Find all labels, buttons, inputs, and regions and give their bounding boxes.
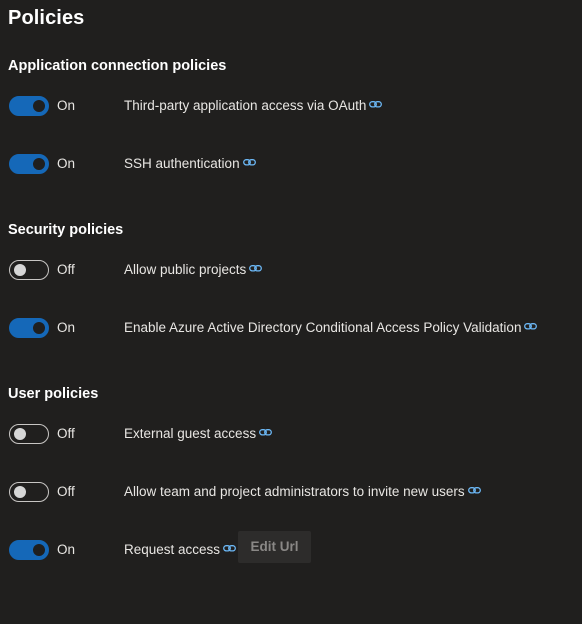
policy-row-conditional-access: On Enable Azure Active Directory Conditi… — [8, 317, 568, 339]
policy-row-public-projects: Off Allow public projects — [8, 259, 568, 281]
policy-label-text: External guest access — [124, 426, 257, 441]
toggle-knob — [14, 264, 26, 276]
section-title-security: Security policies — [8, 222, 124, 238]
request-access-toggle[interactable] — [9, 540, 49, 560]
toggle-state-label: Off — [57, 426, 75, 441]
external-guest-toggle[interactable] — [9, 424, 49, 444]
section-title-application-connection: Application connection policies — [8, 58, 227, 74]
public-projects-toggle[interactable] — [9, 260, 49, 280]
conditional-access-toggle[interactable] — [9, 318, 49, 338]
section-title-user: User policies — [8, 386, 99, 402]
policy-label-text: Request access — [124, 542, 221, 557]
toggle-state-label: On — [57, 542, 76, 557]
link-icon[interactable] — [524, 319, 538, 334]
edit-url-button[interactable]: Edit Url — [238, 531, 311, 563]
policy-label: Request access — [124, 541, 237, 557]
policy-label: External guest access — [124, 425, 273, 441]
toggle-knob — [14, 428, 26, 440]
invite-users-toggle[interactable] — [9, 482, 49, 502]
policy-row-invite-users: Off Allow team and project administrator… — [8, 481, 568, 503]
link-icon[interactable] — [467, 483, 481, 498]
policy-row-ssh: On SSH authentication — [8, 153, 568, 175]
page-title: Policies — [8, 7, 85, 29]
link-icon[interactable] — [369, 97, 383, 112]
oauth-toggle[interactable] — [9, 96, 49, 116]
toggle-state-label: Off — [57, 484, 75, 499]
toggle-knob — [33, 100, 45, 112]
ssh-toggle[interactable] — [9, 154, 49, 174]
policy-row-external-guest: Off External guest access — [8, 423, 568, 445]
toggle-knob — [33, 322, 45, 334]
policies-page: Policies Application connection policies… — [0, 0, 582, 624]
toggle-knob — [14, 486, 26, 498]
toggle-knob — [33, 544, 45, 556]
policy-label-text: Allow public projects — [124, 262, 247, 277]
policy-label-text: Allow team and project administrators to… — [124, 484, 465, 499]
link-icon[interactable] — [259, 425, 273, 440]
policy-label: Third-party application access via OAuth — [124, 97, 383, 113]
policy-label: Enable Azure Active Directory Conditiona… — [124, 319, 538, 335]
policy-label: SSH authentication — [124, 156, 256, 171]
policy-label-text: Third-party application access via OAuth — [124, 98, 367, 113]
policy-row-request-access: On Request access Edit Url — [8, 531, 568, 563]
policy-label-text: Enable Azure Active Directory Conditiona… — [124, 320, 522, 335]
policy-label: Allow team and project administrators to… — [124, 484, 481, 499]
toggle-state-label: On — [57, 98, 76, 113]
link-icon[interactable] — [242, 155, 256, 170]
policy-label: Allow public projects — [124, 261, 263, 277]
toggle-state-label: On — [57, 156, 76, 171]
toggle-knob — [33, 158, 45, 170]
link-icon[interactable] — [249, 261, 263, 276]
policy-row-oauth: On Third-party application access via OA… — [8, 95, 568, 117]
policy-label-text: SSH authentication — [124, 156, 240, 171]
toggle-state-label: Off — [57, 262, 75, 277]
toggle-state-label: On — [57, 320, 76, 335]
link-icon[interactable] — [223, 541, 237, 556]
